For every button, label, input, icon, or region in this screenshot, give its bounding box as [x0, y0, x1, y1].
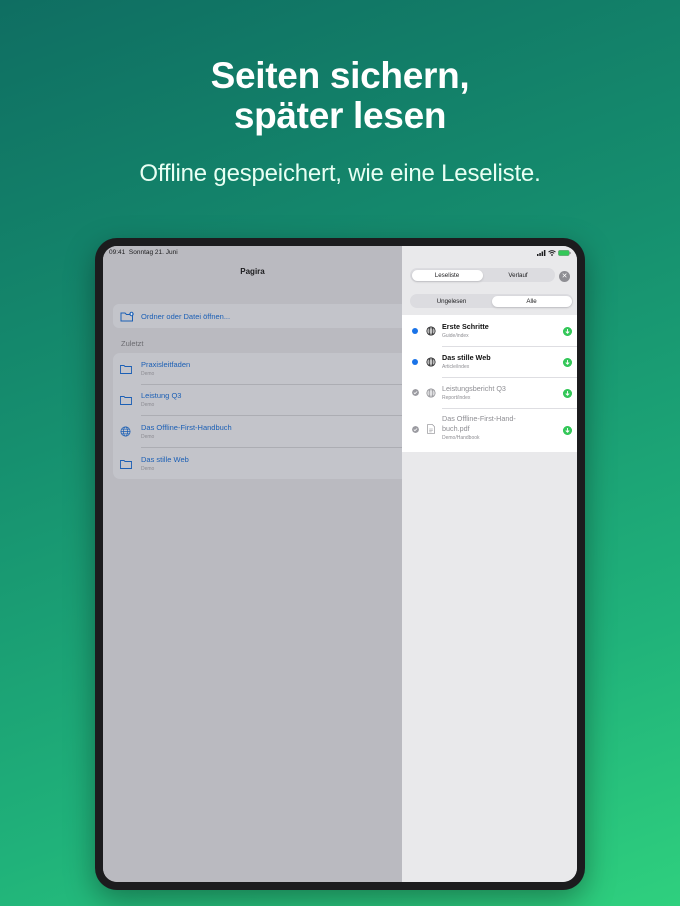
- reading-item-title: Erste Schritte: [442, 322, 489, 331]
- reading-item-title: Leistungsbericht Q3: [442, 384, 506, 393]
- divider: [141, 414, 413, 415]
- reading-item-erste-schritte[interactable]: Erste Schritte Guide/index: [402, 315, 577, 346]
- recent-item-subtitle: Demo: [141, 371, 155, 377]
- download-icon[interactable]: [563, 358, 572, 367]
- status-time: 09:41 Sonntag 21. Juni: [109, 249, 178, 256]
- reading-item-leistungsbericht-q3[interactable]: Leistungsbericht Q3 Report/index: [402, 377, 577, 408]
- recent-item-offline-first-handbuch[interactable]: Das Offline-First-Handbuch Demo: [113, 416, 413, 447]
- tab-verlauf[interactable]: Verlauf: [483, 270, 554, 281]
- tablet-frame: 09:41 Sonntag 21. Juni Ordner oder Datei…: [95, 238, 585, 890]
- battery-icon: [558, 250, 571, 256]
- reading-item-title-line-2: buch.pdf: [442, 424, 470, 433]
- reading-item-path: Demo/Handbook: [442, 435, 480, 441]
- reading-item-path: Report/index: [442, 395, 471, 401]
- subline: Offline gespeichert, wie eine Leseliste.: [139, 160, 541, 187]
- recent-section-label: Zuletzt: [121, 339, 144, 348]
- headline-line-1: Seiten sichern,: [210, 55, 470, 96]
- status-clock: 09:41: [109, 249, 126, 256]
- reading-item-offline-first-handbuch[interactable]: Das Offline-First-Hand- buch.pdf Demo/Ha…: [402, 408, 577, 452]
- download-icon[interactable]: [563, 327, 572, 336]
- globe-icon: [426, 388, 436, 398]
- filter-alle[interactable]: Alle: [491, 295, 572, 307]
- app-title-text: Pagira: [240, 267, 265, 276]
- read-checkmark-icon: [412, 389, 419, 396]
- panel-tab-control: Leseliste Verlauf: [410, 268, 555, 282]
- reading-item-das-stille-web[interactable]: Das stille Web Article/index: [402, 346, 577, 377]
- tablet-screen: 09:41 Sonntag 21. Juni Ordner oder Datei…: [103, 246, 577, 882]
- wifi-icon: [548, 250, 556, 256]
- recent-item-title: Das Offline-First-Handbuch: [141, 423, 232, 432]
- tab-leseliste[interactable]: Leseliste: [411, 269, 483, 281]
- recent-item-title: Leistung Q3: [141, 391, 182, 400]
- signal-icon: [537, 250, 546, 256]
- close-button[interactable]: ✕: [559, 271, 570, 282]
- status-indicators: [537, 250, 571, 256]
- reading-item-path: Article/index: [442, 364, 470, 370]
- pdf-file-icon: [427, 424, 435, 434]
- reading-item-path: Guide/index: [442, 333, 469, 339]
- recent-item-leistung-q3[interactable]: Leistung Q3 Demo: [113, 384, 413, 415]
- open-folder-label: Ordner oder Datei öffnen...: [141, 311, 231, 321]
- filter-ungelesen[interactable]: Ungelesen: [412, 296, 492, 307]
- unread-indicator: [412, 359, 418, 365]
- read-checkmark-icon: [412, 426, 419, 433]
- folder-icon: [120, 365, 132, 374]
- globe-icon: [426, 326, 436, 336]
- globe-icon: [120, 426, 131, 437]
- reading-list-panel: Leseliste Verlauf ✕ Ungelesen Alle Erste…: [402, 246, 577, 882]
- download-icon[interactable]: [563, 389, 572, 398]
- open-folder-button[interactable]: Ordner oder Datei öffnen...: [113, 304, 413, 328]
- app-title: Pagira: [103, 267, 402, 276]
- recent-item-subtitle: Demo: [141, 466, 155, 472]
- recent-item-das-stille-web[interactable]: Das stille Web Demo: [113, 448, 413, 479]
- recent-item-title: Praxisleitfaden: [141, 360, 191, 369]
- globe-icon: [426, 357, 436, 367]
- status-date: Sonntag 21. Juni: [128, 249, 178, 256]
- recent-item-title: Das stille Web: [141, 455, 189, 464]
- folder-add-icon: [120, 311, 134, 321]
- unread-indicator: [412, 328, 418, 334]
- recent-item-praxisleitfaden[interactable]: Praxisleitfaden Demo: [113, 353, 413, 384]
- reading-list: Erste Schritte Guide/index Das stille We…: [402, 315, 577, 452]
- headline-line-2: später lesen: [233, 95, 447, 136]
- folder-icon: [120, 460, 132, 469]
- download-icon[interactable]: [563, 426, 572, 435]
- main-pane: 09:41 Sonntag 21. Juni Ordner oder Datei…: [103, 246, 413, 882]
- filter-control: Ungelesen Alle: [410, 294, 573, 308]
- recent-item-subtitle: Demo: [141, 434, 155, 440]
- reading-item-title: Das stille Web: [442, 353, 491, 362]
- folder-icon: [120, 396, 132, 405]
- recent-item-subtitle: Demo: [141, 402, 155, 408]
- divider: [141, 446, 413, 447]
- close-icon: ✕: [561, 273, 568, 280]
- headline: Seiten sichern, später lesen: [0, 56, 680, 136]
- reading-item-title-line-1: Das Offline-First-Hand-: [442, 414, 516, 423]
- recent-list: Praxisleitfaden Demo Leistung Q3 Demo Da…: [113, 353, 413, 479]
